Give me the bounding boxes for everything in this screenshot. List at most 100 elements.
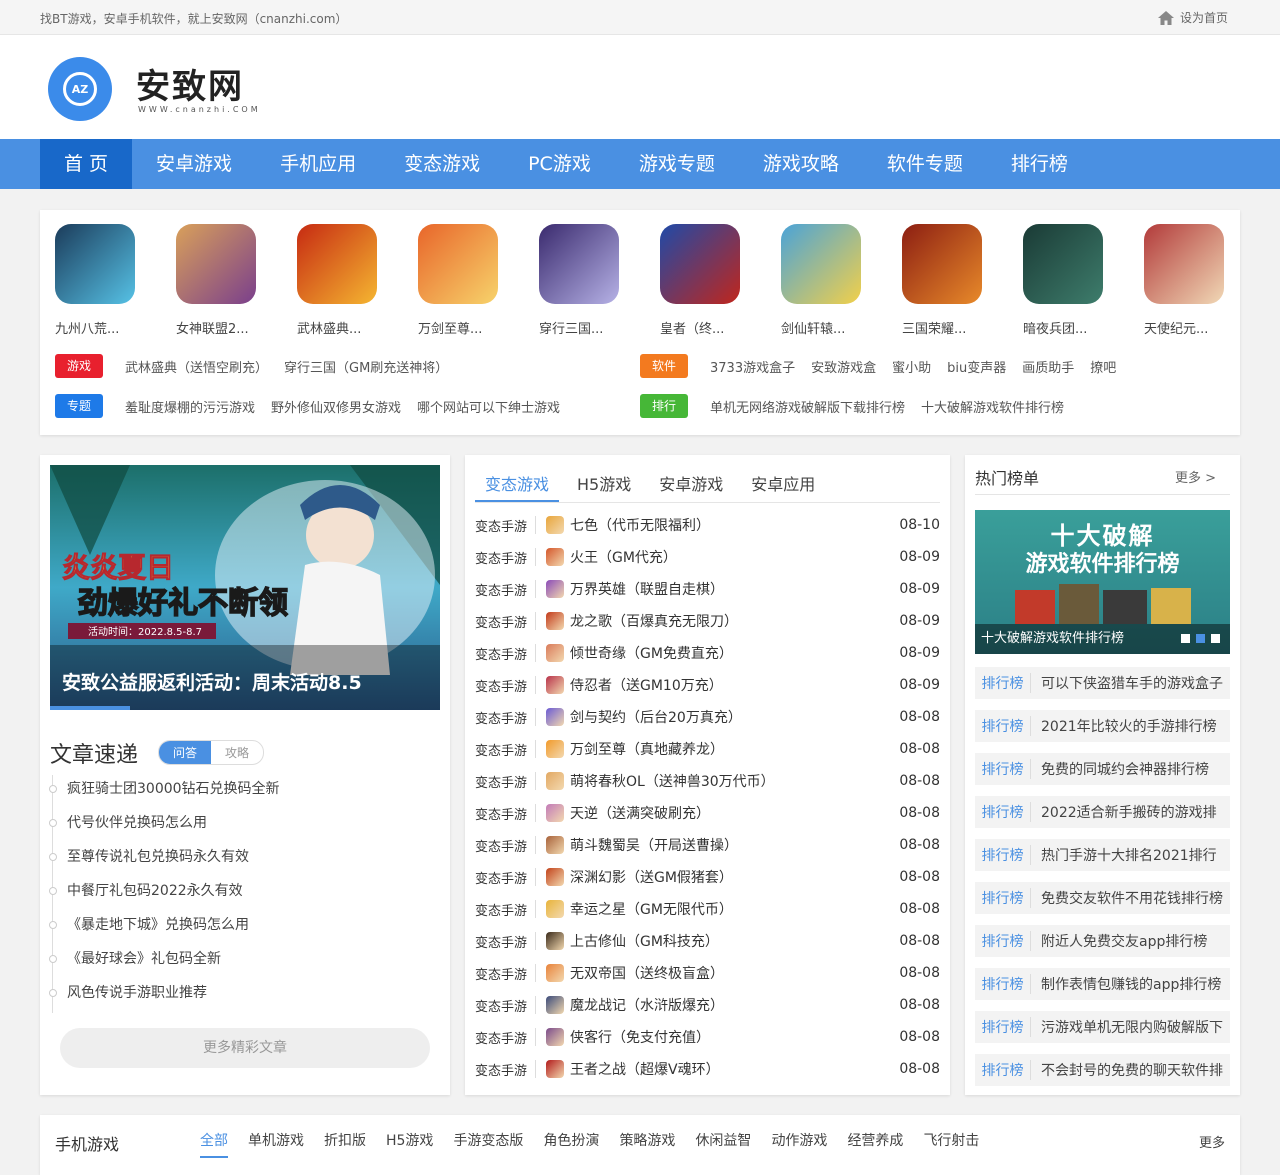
game-name[interactable]: 侠客行（免支付充值） xyxy=(570,1027,899,1047)
ranking-item[interactable]: 排行榜 可以下侠盗猎车手的游戏盒子 xyxy=(975,667,1230,699)
game-name[interactable]: 天逆（送满突破刷充） xyxy=(570,803,899,823)
ranking-item[interactable]: 排行榜 2021年比较火的手游排行榜 xyxy=(975,710,1230,742)
app-tile[interactable]: 暗夜兵团... xyxy=(1023,224,1123,337)
game-name[interactable]: 万剑至尊（真地藏养龙） xyxy=(570,739,899,759)
category-tab[interactable]: 角色扮演 xyxy=(543,1130,599,1158)
app-icon[interactable] xyxy=(176,224,256,304)
category-tag[interactable]: 软件 xyxy=(640,354,688,378)
games-tab[interactable]: 安卓应用 xyxy=(741,471,825,502)
ranking-banner[interactable]: 十大破解 游戏软件排行榜 十大破解游戏软件排行榜 xyxy=(975,510,1230,654)
game-row[interactable]: 变态手游 侍忍者（送GM10万充） 08-09 xyxy=(475,669,940,701)
quick-link[interactable]: 十大破解游戏软件排行榜 xyxy=(921,397,1064,416)
game-name[interactable]: 萌将春秋OL（送神兽30万代币） xyxy=(570,771,899,791)
game-row[interactable]: 变态手游 萌斗魏蜀吴（开局送曹操） 08-08 xyxy=(475,829,940,861)
nav-item[interactable]: 手机应用 xyxy=(256,139,380,189)
game-name[interactable]: 王者之战（超爆V魂环） xyxy=(570,1059,899,1079)
app-name[interactable]: 三国荣耀... xyxy=(902,318,1002,337)
app-tile[interactable]: 万剑至尊... xyxy=(418,224,518,337)
promo-banner[interactable]: 炎炎夏日 劲爆好礼不断领 活动时间：2022.8.5-8.7 安致公益服返利活动… xyxy=(50,465,440,710)
nav-item[interactable]: 首 页 xyxy=(40,139,133,189)
category-tag[interactable]: 专题 xyxy=(55,394,103,418)
game-name[interactable]: 龙之歌（百爆真充无限刀） xyxy=(570,611,899,631)
ranking-name[interactable]: 不会封号的免费的聊天软件排 xyxy=(1031,1060,1223,1080)
game-name[interactable]: 幸运之星（GM无限代币） xyxy=(570,899,899,919)
category-tab[interactable]: 手游变态版 xyxy=(453,1130,523,1158)
tab-qa[interactable]: 问答 xyxy=(159,741,212,764)
app-tile[interactable]: 天使纪元... xyxy=(1144,224,1244,337)
game-row[interactable]: 变态手游 深渊幻影（送GM假猪套） 08-08 xyxy=(475,861,940,893)
app-icon[interactable] xyxy=(1023,224,1103,304)
app-icon[interactable] xyxy=(1144,224,1224,304)
game-name[interactable]: 侍忍者（送GM10万充） xyxy=(570,675,899,695)
nav-item[interactable]: 游戏攻略 xyxy=(739,139,863,189)
quick-link[interactable]: 野外修仙双修男女游戏 xyxy=(271,397,401,416)
article-item[interactable]: 风色传说手游职业推荐 xyxy=(49,979,280,1013)
app-tile[interactable]: 三国荣耀... xyxy=(902,224,1002,337)
ranking-name[interactable]: 免费交友软件不用花钱排行榜 xyxy=(1031,888,1223,908)
app-tile[interactable]: 皇者（终... xyxy=(660,224,760,337)
app-tile[interactable]: 武林盛典... xyxy=(297,224,397,337)
quick-link[interactable]: 武林盛典（送悟空刷充） xyxy=(125,357,268,376)
category-tab[interactable]: 休闲益智 xyxy=(695,1130,751,1158)
ranking-name[interactable]: 可以下侠盗猎车手的游戏盒子 xyxy=(1031,673,1223,693)
ranking-name[interactable]: 2021年比较火的手游排行榜 xyxy=(1031,716,1217,736)
ranking-name[interactable]: 污游戏单机无限内购破解版下 xyxy=(1031,1017,1223,1037)
game-row[interactable]: 变态手游 萌将春秋OL（送神兽30万代币） 08-08 xyxy=(475,765,940,797)
game-name[interactable]: 深渊幻影（送GM假猪套） xyxy=(570,867,899,887)
game-row[interactable]: 变态手游 王者之战（超爆V魂环） 08-08 xyxy=(475,1053,940,1085)
game-name[interactable]: 万界英雄（联盟自走棋） xyxy=(570,579,899,599)
quick-link[interactable]: 单机无网络游戏破解版下载排行榜 xyxy=(710,397,905,416)
quick-link[interactable]: 哪个网站可以下绅士游戏 xyxy=(417,397,560,416)
app-name[interactable]: 暗夜兵团... xyxy=(1023,318,1123,337)
game-name[interactable]: 无双帝国（送终极盲盒） xyxy=(570,963,899,983)
app-tile[interactable]: 女神联盟2... xyxy=(176,224,276,337)
app-icon[interactable] xyxy=(418,224,498,304)
ranking-name[interactable]: 2022适合新手搬砖的游戏排 xyxy=(1031,802,1217,822)
game-row[interactable]: 变态手游 幸运之星（GM无限代币） 08-08 xyxy=(475,893,940,925)
app-tile[interactable]: 剑仙轩辕... xyxy=(781,224,881,337)
app-name[interactable]: 剑仙轩辕... xyxy=(781,318,881,337)
quick-link[interactable]: 撩吧 xyxy=(1090,357,1116,376)
game-name[interactable]: 火王（GM代充） xyxy=(570,547,899,567)
app-tile[interactable]: 九州八荒... xyxy=(55,224,155,337)
app-icon[interactable] xyxy=(781,224,861,304)
app-icon[interactable] xyxy=(902,224,982,304)
carousel-dots[interactable] xyxy=(1181,634,1220,643)
quick-link[interactable]: 安致游戏盒 xyxy=(811,357,876,376)
ranking-item[interactable]: 排行榜 免费的同城约会神器排行榜 xyxy=(975,753,1230,785)
game-row[interactable]: 变态手游 万界英雄（联盟自走棋） 08-09 xyxy=(475,573,940,605)
category-tab[interactable]: H5游戏 xyxy=(386,1130,433,1158)
app-name[interactable]: 武林盛典... xyxy=(297,318,397,337)
game-name[interactable]: 魔龙战记（水浒版爆充） xyxy=(570,995,899,1015)
category-tab[interactable]: 飞行射击 xyxy=(923,1130,979,1158)
ranking-name[interactable]: 制作表情包赚钱的app排行榜 xyxy=(1031,974,1221,994)
app-icon[interactable] xyxy=(660,224,740,304)
article-item[interactable]: 疯狂骑士团30000钻石兑换码全新 xyxy=(49,775,280,809)
quick-link[interactable]: 3733游戏盒子 xyxy=(710,357,795,376)
app-name[interactable]: 女神联盟2... xyxy=(176,318,276,337)
ranking-item[interactable]: 排行榜 附近人免费交友app排行榜 xyxy=(975,925,1230,957)
logo-icon[interactable]: AZ xyxy=(48,57,112,121)
logo-text[interactable]: 安致网 xyxy=(136,59,244,108)
game-name[interactable]: 七色（代币无限福利） xyxy=(570,515,899,535)
mobile-games-more-link[interactable]: 更多 xyxy=(1199,1132,1225,1151)
game-row[interactable]: 变态手游 上古修仙（GM科技充） 08-08 xyxy=(475,925,940,957)
ranking-item[interactable]: 排行榜 污游戏单机无限内购破解版下 xyxy=(975,1011,1230,1043)
game-row[interactable]: 变态手游 倾世奇缘（GM免费直充） 08-09 xyxy=(475,637,940,669)
set-homepage-link[interactable]: 设为首页 xyxy=(1157,9,1228,26)
ranking-item[interactable]: 排行榜 不会封号的免费的聊天软件排 xyxy=(975,1054,1230,1086)
article-item[interactable]: 中餐厅礼包码2022永久有效 xyxy=(49,877,280,911)
app-icon[interactable] xyxy=(55,224,135,304)
category-tag[interactable]: 游戏 xyxy=(55,354,103,378)
category-tab[interactable]: 策略游戏 xyxy=(619,1130,675,1158)
game-row[interactable]: 变态手游 无双帝国（送终极盲盒） 08-08 xyxy=(475,957,940,989)
ranking-item[interactable]: 排行榜 制作表情包赚钱的app排行榜 xyxy=(975,968,1230,1000)
app-name[interactable]: 九州八荒... xyxy=(55,318,155,337)
quick-link[interactable]: biu变声器 xyxy=(947,357,1006,376)
ranking-name[interactable]: 附近人免费交友app排行榜 xyxy=(1031,931,1207,951)
app-tile[interactable]: 穿行三国... xyxy=(539,224,639,337)
nav-item[interactable]: 变态游戏 xyxy=(380,139,504,189)
article-item[interactable]: 《最好球会》礼包码全新 xyxy=(49,945,280,979)
category-tag[interactable]: 排行 xyxy=(640,394,688,418)
games-tab[interactable]: 安卓游戏 xyxy=(649,471,733,502)
